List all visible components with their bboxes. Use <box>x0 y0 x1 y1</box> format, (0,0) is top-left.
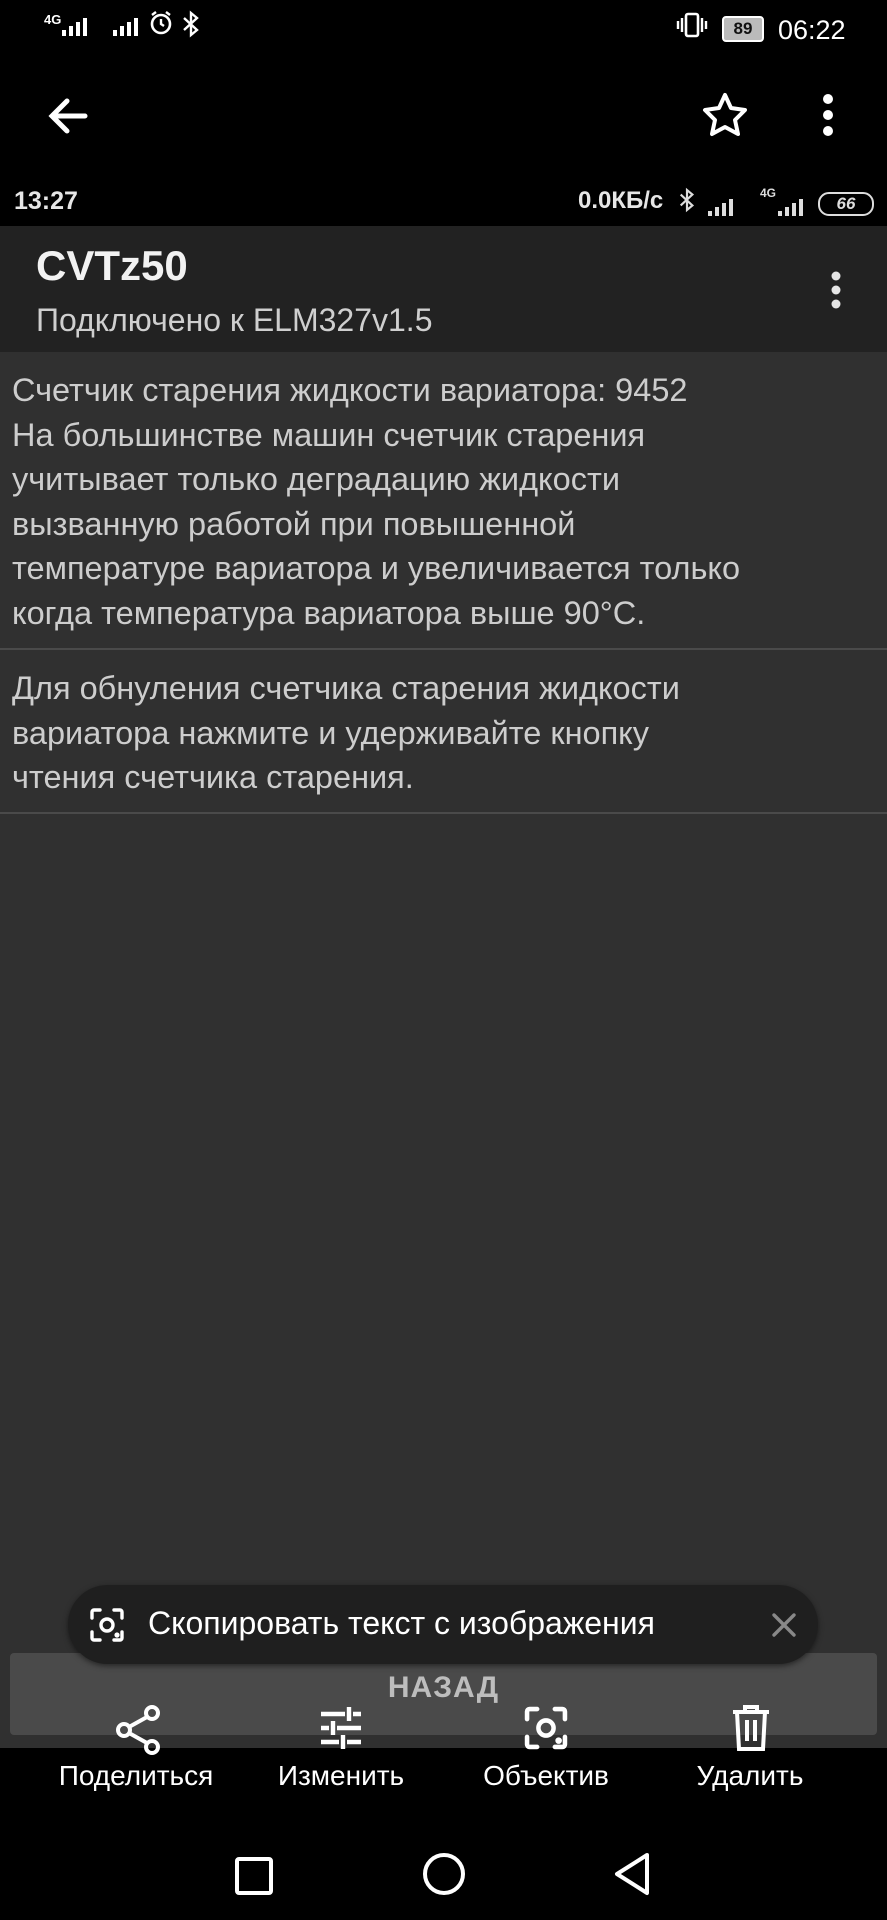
lens-icon <box>88 1606 126 1649</box>
inner-bluetooth-icon <box>678 186 696 219</box>
inner-status-bar: 13:27 0.0КБ/с 4G 66 <box>0 182 887 226</box>
home-button[interactable] <box>412 1842 476 1906</box>
status-bar: 4G 89 06:22 <box>0 0 887 62</box>
vibrate-icon <box>676 12 708 43</box>
inner-network-type: 4G <box>760 186 777 200</box>
back-button-label: НАЗАД <box>387 1671 500 1704</box>
copy-text-label: Скопировать текст с изображения <box>148 1605 655 1641</box>
battery-icon: 89 <box>722 16 764 42</box>
edit-label: Изменить <box>277 1760 405 1791</box>
arrow-left-icon <box>48 98 88 134</box>
more-options-button[interactable] <box>806 84 850 146</box>
inner-battery-level: 66 <box>836 194 856 213</box>
recents-button[interactable] <box>222 1844 286 1908</box>
signal-icon <box>62 14 87 36</box>
inner-speed: 0.0КБ/с <box>578 187 664 214</box>
app-menu-button[interactable] <box>818 262 854 318</box>
inner-signal-icon <box>708 194 733 216</box>
delete-label: Удалить <box>696 1760 804 1791</box>
lens-label: Объектив <box>483 1760 609 1791</box>
connection-status: Подключено к ELM327v1.5 <box>36 302 433 338</box>
status-time: 06:22 <box>778 15 846 45</box>
more-vert-icon <box>831 271 841 309</box>
tune-icon <box>321 1707 361 1749</box>
more-vert-icon <box>823 94 833 136</box>
network-type-label: 4G <box>44 12 62 27</box>
circle-icon <box>423 1853 465 1895</box>
back-arrow-button[interactable] <box>38 86 98 146</box>
inner-battery-icon: 66 <box>818 192 874 216</box>
share-label: Поделиться <box>58 1760 214 1791</box>
divider <box>0 812 887 814</box>
app-title: CVTz50 <box>36 242 188 289</box>
inner-signal-icon-2 <box>778 194 803 216</box>
trash-icon <box>733 1705 769 1751</box>
system-nav-bar <box>0 1830 887 1920</box>
nav-back-button[interactable] <box>600 1842 664 1906</box>
divider <box>0 648 887 650</box>
share-icon <box>116 1705 160 1755</box>
message-aging-counter: Счетчик старения жидкости вариатора: 945… <box>12 372 741 631</box>
battery-level: 89 <box>733 19 753 38</box>
signal-icon-2 <box>113 14 138 36</box>
triangle-back-icon <box>615 1853 649 1895</box>
lens-icon <box>524 1706 568 1750</box>
inner-time: 13:27 <box>14 187 78 215</box>
gallery-action-bar: Поделиться Изменить Объектив Удалить <box>0 1705 887 1830</box>
message-reset-instruction: Для обнуления счетчика старения жидкости… <box>12 670 680 795</box>
bluetooth-icon <box>181 10 201 43</box>
alarm-icon <box>148 10 172 35</box>
copy-text-chip[interactable]: Скопировать текст с изображения <box>68 1585 818 1664</box>
content-area: Счетчик старения жидкости вариатора: 945… <box>0 352 887 1752</box>
favorite-button[interactable] <box>694 84 756 146</box>
close-icon <box>772 1613 796 1637</box>
star-outline-icon <box>703 93 747 136</box>
close-chip-button[interactable] <box>762 1603 806 1647</box>
square-icon <box>235 1857 273 1895</box>
app-header: CVTz50 Подключено к ELM327v1.5 <box>0 226 887 352</box>
viewer-top-bar <box>0 62 887 182</box>
